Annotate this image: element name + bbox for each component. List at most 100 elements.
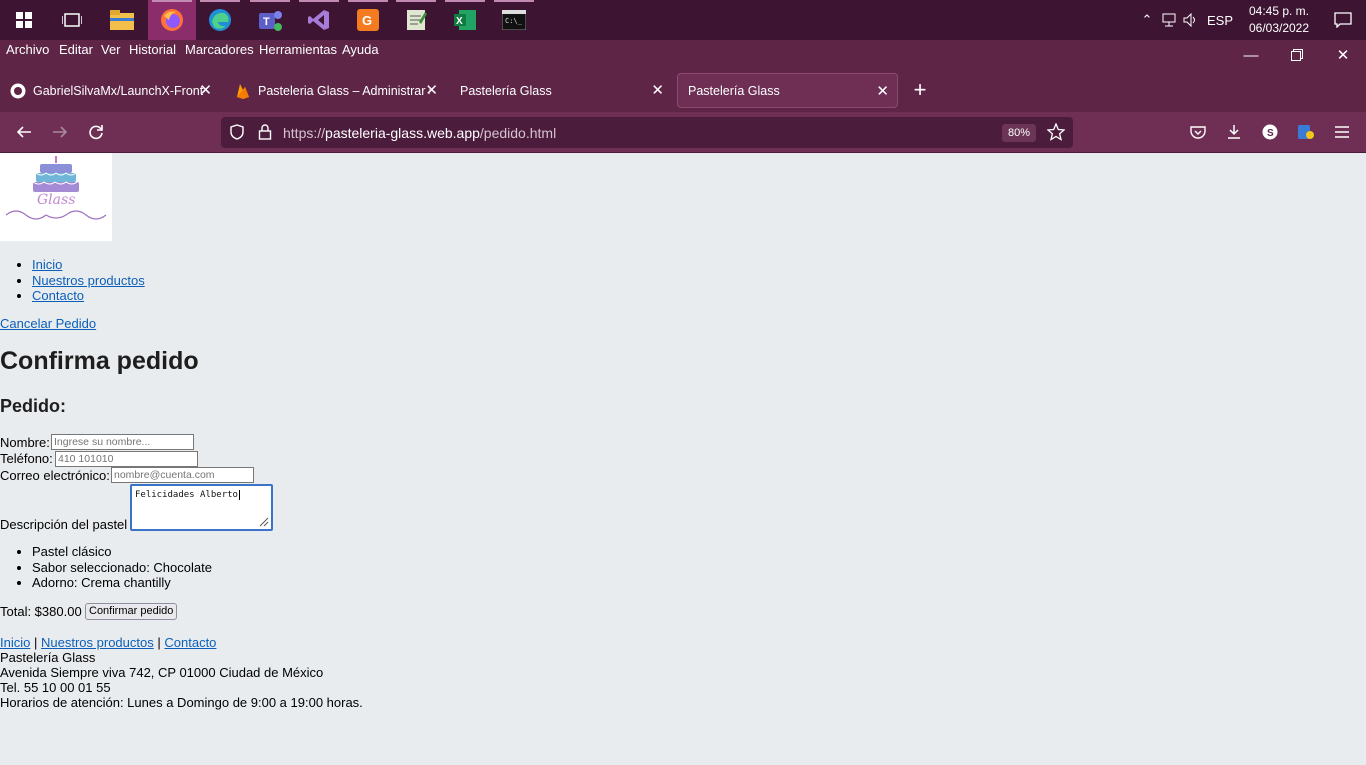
network-icon[interactable] (1158, 0, 1180, 40)
notepad-icon (407, 10, 427, 30)
teams-icon: T (259, 11, 282, 31)
app-menu-button[interactable] (1330, 112, 1354, 152)
excel-taskbar-button[interactable]: X (441, 0, 489, 40)
nav-link-inicio[interactable]: Inicio (32, 257, 62, 272)
footer-phone: Tel. 55 10 00 01 55 (0, 680, 111, 695)
reload-button[interactable] (84, 112, 108, 152)
reload-icon (89, 125, 103, 140)
back-button[interactable] (12, 112, 36, 152)
network-icon-shape (1162, 13, 1176, 27)
confirm-order-button[interactable]: Confirmar pedido (85, 603, 178, 620)
extension-icon (1298, 125, 1314, 139)
account-button[interactable]: S (1258, 112, 1282, 152)
svg-text:T: T (263, 16, 270, 28)
pdf-app-taskbar-button[interactable]: G (344, 0, 392, 40)
svg-text:X: X (456, 16, 463, 27)
cancel-order-link[interactable]: Cancelar Pedido (0, 316, 96, 331)
windows-start-button[interactable] (0, 0, 48, 40)
forward-arrow-icon (53, 126, 68, 138)
lock-icon[interactable] (258, 124, 272, 140)
teams-taskbar-button[interactable]: T (246, 0, 294, 40)
description-text: Felicidades Alberto (135, 490, 238, 500)
menu-marcadores[interactable]: Marcadores (185, 42, 254, 57)
terminal-taskbar-button[interactable]: C:\_ (490, 0, 538, 40)
menu-editar[interactable]: Editar (59, 42, 93, 57)
tab-strip: GabrielSilvaMx/LaunchX-Fronte ✕ Pasteler… (0, 70, 1366, 112)
firefox-taskbar-button[interactable] (148, 0, 196, 40)
tab-firebase[interactable]: Pasteleria Glass – Administrar si ✕ (226, 73, 446, 108)
tab-pasteleria-1[interactable]: Pastelería Glass ✕ (450, 73, 672, 108)
detail-item: Pastel clásico (32, 544, 212, 560)
url-bar[interactable]: https://pasteleria-glass.web.app/pedido.… (221, 117, 1073, 148)
tab-github[interactable]: GabrielSilvaMx/LaunchX-Fronte ✕ (0, 73, 220, 108)
menu-historial[interactable]: Historial (129, 42, 176, 57)
menu-archivo[interactable]: Archivo (6, 42, 49, 57)
clock-date: 06/03/2022 (1248, 21, 1310, 35)
download-icon (1228, 125, 1240, 139)
menu-herramientas[interactable]: Herramientas (259, 42, 337, 57)
close-tab-icon[interactable]: ✕ (425, 81, 438, 99)
nav-link-contacto[interactable]: Contacto (32, 288, 84, 303)
nav-item-productos: Nuestros productos (32, 273, 145, 289)
email-input[interactable] (111, 467, 254, 483)
order-subtitle: Pedido: (0, 396, 66, 416)
restore-icon (1291, 49, 1303, 61)
notepad-taskbar-button[interactable] (392, 0, 440, 40)
notifications-icon[interactable] (1320, 0, 1366, 40)
menu-ver[interactable]: Ver (101, 42, 121, 57)
svg-text:S: S (1267, 128, 1274, 139)
description-label: Descripción del pastel (0, 517, 128, 532)
url-prefix: https:// (283, 125, 326, 141)
resize-handle-icon[interactable] (259, 517, 269, 527)
close-tab-icon[interactable]: ✕ (876, 82, 889, 100)
extension-button[interactable] (1294, 112, 1318, 152)
pdf-app-icon: G (357, 9, 379, 31)
zoom-level[interactable]: 80% (1002, 124, 1037, 142)
github-icon (10, 83, 26, 98)
nav-link-productos[interactable]: Nuestros productos (32, 273, 145, 288)
forward-button[interactable] (48, 112, 72, 152)
tab-title: Pasteleria Glass – Administrar si (258, 83, 430, 98)
name-input[interactable] (51, 434, 194, 450)
logo[interactable]: Glass (0, 153, 112, 241)
chat-bubble-icon (1334, 12, 1352, 28)
order-total: Total: $380.00 (0, 604, 82, 619)
description-textarea[interactable]: Felicidades Alberto (130, 484, 273, 531)
restore-button[interactable] (1274, 40, 1320, 70)
footer-link-inicio[interactable]: Inicio (0, 635, 30, 650)
avatar-icon: S (1262, 124, 1278, 140)
close-tab-icon[interactable]: ✕ (199, 81, 212, 99)
volume-icon[interactable] (1180, 0, 1202, 40)
minimize-button[interactable]: — (1228, 40, 1274, 70)
clock[interactable]: 04:45 p. m. 06/03/2022 (1238, 3, 1320, 37)
edge-taskbar-button[interactable] (196, 0, 244, 40)
close-window-button[interactable]: ✕ (1320, 40, 1366, 70)
pocket-icon (1190, 126, 1206, 139)
url-text[interactable]: https://pasteleria-glass.web.app/pedido.… (283, 125, 556, 141)
taskbar: T G X C:\_ ⌃ ESP 04:45 p. m. 06/03/2022 (0, 0, 1366, 40)
bookmark-star-icon[interactable] (1047, 123, 1065, 141)
footer-name: Pastelería Glass (0, 650, 96, 665)
order-details: Pastel clásico Sabor seleccionado: Choco… (20, 544, 212, 591)
url-host: pasteleria-glass.web.app (325, 125, 480, 141)
footer-link-productos[interactable]: Nuestros productos (41, 635, 154, 650)
close-tab-icon[interactable]: ✕ (651, 81, 664, 99)
file-explorer-button[interactable] (98, 0, 146, 40)
visual-studio-taskbar-button[interactable] (295, 0, 343, 40)
shield-icon[interactable] (229, 124, 245, 140)
detail-item: Adorno: Crema chantilly (32, 575, 212, 591)
tab-pasteleria-active[interactable]: Pastelería Glass ✕ (677, 73, 898, 108)
chevron-up-icon[interactable]: ⌃ (1136, 0, 1158, 40)
system-tray: ⌃ ESP 04:45 p. m. 06/03/2022 (1136, 0, 1366, 40)
close-icon: ✕ (1336, 47, 1350, 64)
nav-item-contacto: Contacto (32, 288, 145, 304)
menu-ayuda[interactable]: Ayuda (342, 42, 379, 57)
phone-input[interactable] (55, 451, 198, 467)
windows-logo-icon (16, 12, 32, 28)
task-view-button[interactable] (48, 0, 96, 40)
language-indicator[interactable]: ESP (1202, 0, 1238, 40)
downloads-button[interactable] (1222, 112, 1246, 152)
new-tab-button[interactable]: + (908, 76, 932, 104)
pocket-button[interactable] (1186, 112, 1210, 152)
footer-link-contacto[interactable]: Contacto (164, 635, 216, 650)
